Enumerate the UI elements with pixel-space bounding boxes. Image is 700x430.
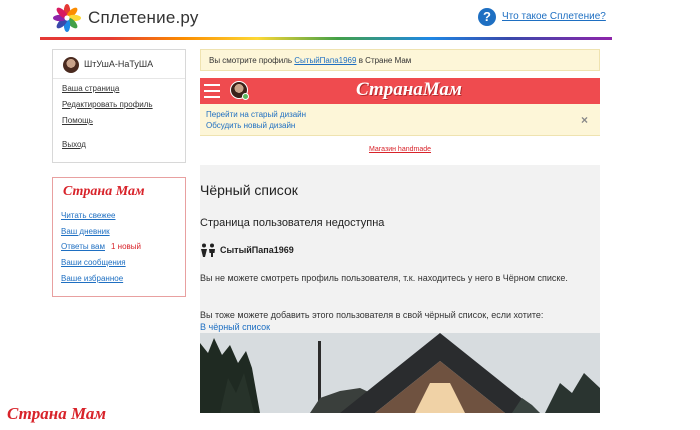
blacklist-content: Чёрный список Страница пользователя недо…: [200, 165, 600, 413]
shop-handmade-link[interactable]: Магазин handmade: [200, 146, 600, 153]
read-fresh-link[interactable]: Читать свежее: [61, 211, 115, 220]
discuss-design-link[interactable]: Обсудить новый дизайн: [206, 121, 295, 130]
couple-icon: [201, 243, 215, 257]
rainbow-divider: [40, 37, 612, 40]
replies-link[interactable]: Ответы вам: [61, 242, 105, 251]
question-icon[interactable]: ?: [478, 8, 496, 26]
messages-link[interactable]: Ваши сообщения: [61, 258, 126, 267]
old-design-link[interactable]: Перейти на старый дизайн: [206, 110, 306, 119]
notice-profile-link[interactable]: СытыйПапа1969: [294, 56, 356, 65]
mam-top-bar: СтранаМам: [200, 78, 600, 104]
help-page-link[interactable]: Помощь: [62, 116, 93, 125]
logout-link[interactable]: Выход: [62, 140, 86, 149]
bottom-mam-logo[interactable]: Страна Мам: [7, 404, 106, 424]
mam-panel-title[interactable]: Страна Мам: [63, 184, 145, 200]
close-icon[interactable]: ×: [581, 113, 588, 127]
mam-logo[interactable]: СтранаМам: [356, 79, 462, 101]
site-name[interactable]: Сплетение.ру: [88, 8, 199, 28]
site-header: Сплетение.ру ? Что такое Сплетение?: [40, 0, 612, 38]
add-blacklist-message: Вы тоже можете добавить этого пользовате…: [200, 310, 544, 320]
help-link[interactable]: Что такое Сплетение?: [502, 11, 606, 22]
hamburger-icon[interactable]: [204, 84, 220, 98]
online-indicator-icon: [242, 93, 249, 100]
profile-notice: Вы смотрите профиль СытыйПапа1969 в Стра…: [200, 49, 600, 71]
divider: [53, 78, 185, 79]
house-photo: [200, 333, 600, 413]
blocked-profile-name[interactable]: СытыйПапа1969: [220, 245, 294, 255]
new-replies-badge: 1 новый: [111, 242, 142, 251]
user-panel: ШтУшА-НаТуША Ваша страница Редактировать…: [52, 49, 186, 163]
notice-suffix: в Стране Мам: [358, 56, 412, 65]
add-to-blacklist-link[interactable]: В чёрный список: [200, 322, 270, 332]
my-diary-link[interactable]: Ваш дневник: [61, 227, 110, 236]
my-page-link[interactable]: Ваша страница: [62, 84, 119, 93]
page-title: Чёрный список: [200, 182, 298, 198]
user-avatar[interactable]: [63, 57, 79, 73]
notice-prefix: Вы смотрите профиль: [209, 56, 293, 65]
blocked-message: Вы не можете смотреть профиль пользовате…: [200, 273, 568, 283]
username[interactable]: ШтУшА-НаТуША: [84, 59, 153, 69]
favorites-link[interactable]: Ваше избранное: [61, 274, 123, 283]
mam-panel: Страна Мам Читать свежее Ваш дневник Отв…: [52, 177, 186, 297]
flower-logo-icon[interactable]: [52, 3, 82, 33]
edit-profile-link[interactable]: Редактировать профиль: [62, 100, 153, 109]
design-switch-box: Перейти на старый дизайн Обсудить новый …: [200, 104, 600, 136]
page-subtitle: Страница пользователя недоступна: [200, 217, 385, 229]
